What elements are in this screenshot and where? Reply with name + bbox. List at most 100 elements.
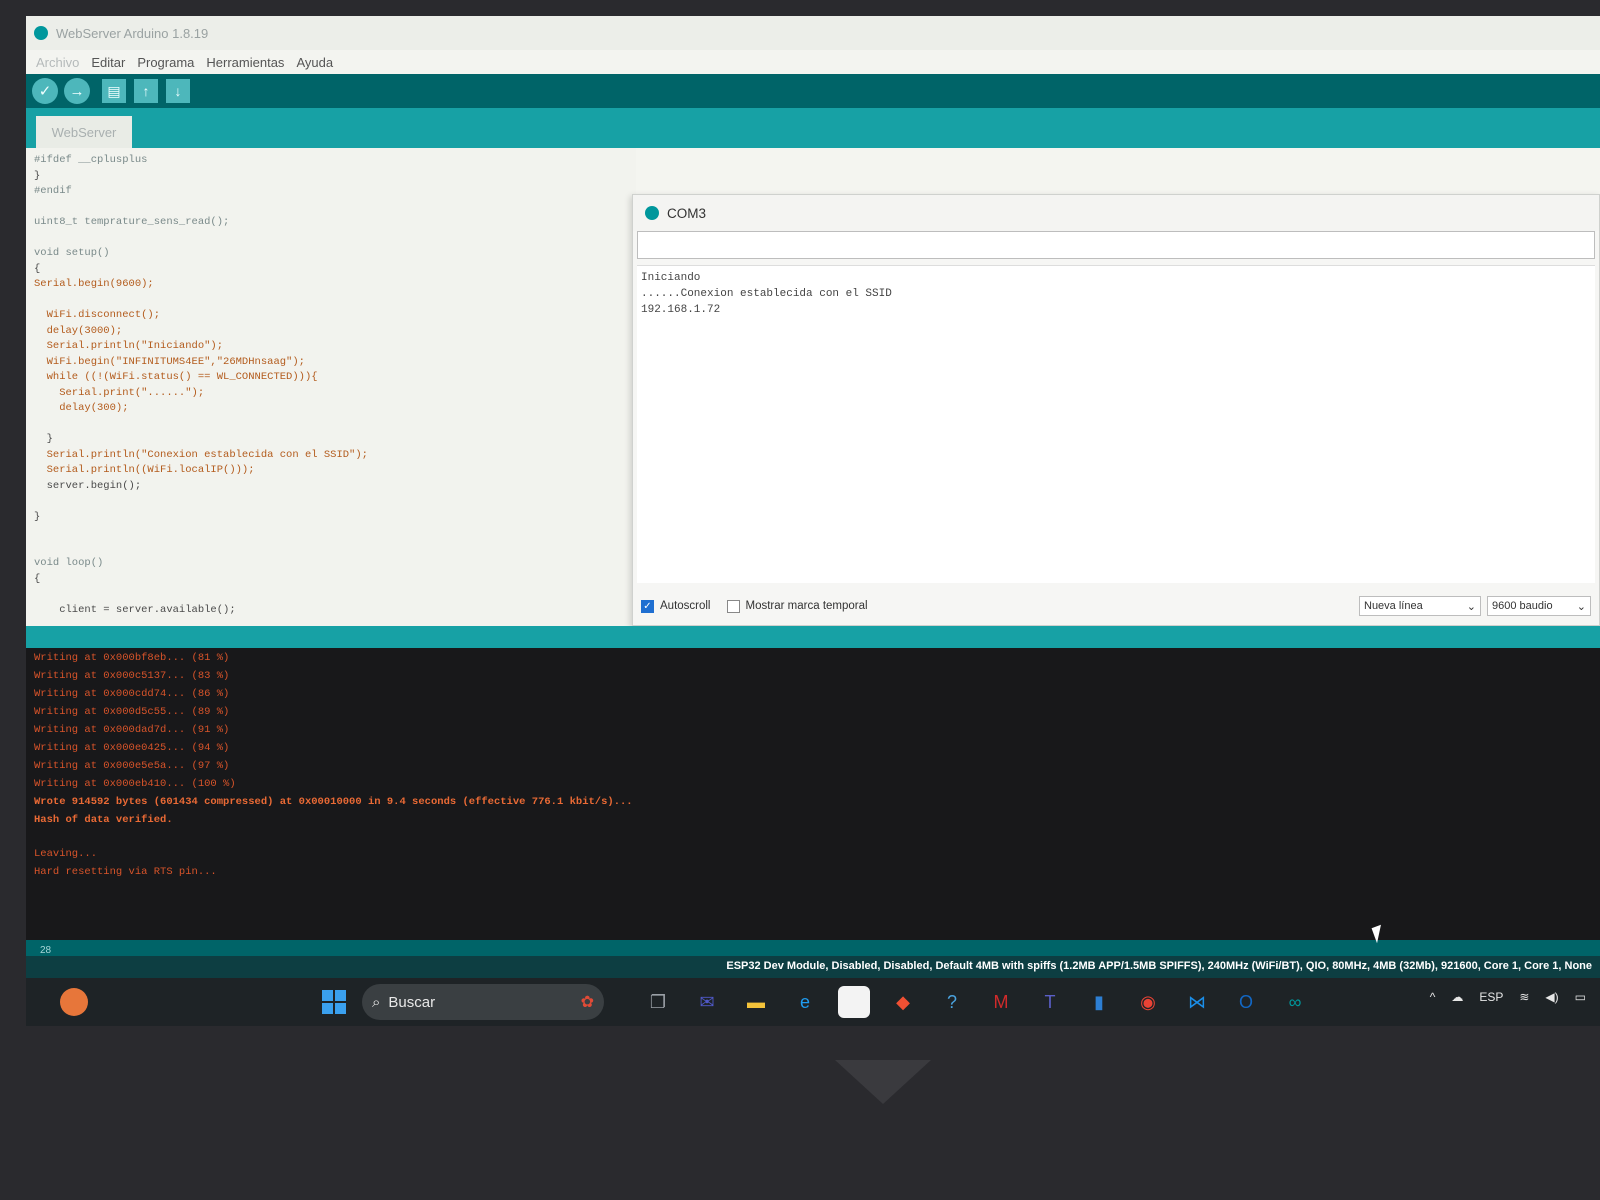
arduino-icon[interactable]: ∞ [1279, 986, 1311, 1018]
vscode-icon[interactable]: ⋈ [1181, 986, 1213, 1018]
console-line: Writing at 0x000d5c55... (89 %) [34, 706, 230, 718]
code-line: { [34, 262, 41, 275]
code-line: } [34, 169, 41, 182]
chevron-down-icon: ⌄ [1576, 600, 1586, 613]
line-number: 28 [40, 944, 52, 956]
arduino-icon [645, 206, 659, 220]
chevron-down-icon [835, 1060, 931, 1104]
search-label: Buscar [388, 993, 436, 1011]
code-editor[interactable]: #ifdef __cplusplus} #endif uint8_t temprat… [26, 148, 636, 626]
system-tray: ^ ☁ ESP ≋ ◀) ▭ [1430, 990, 1586, 1004]
taskbar-search[interactable]: ⌕ Buscar ✿ [362, 984, 604, 1020]
menu-bar: Archivo Editar Programa Herramientas Ayu… [26, 50, 1600, 74]
console-line: Writing at 0x000cdd74... (86 %) [34, 688, 230, 700]
outlook-icon[interactable]: O [1230, 986, 1262, 1018]
serial-send-input[interactable] [637, 231, 1595, 259]
code-line: server.begin(); [34, 479, 142, 492]
code-line: Serial.begin(9600); [34, 278, 154, 290]
line-ending-value: Nueva línea [1364, 600, 1423, 612]
wifi-icon[interactable]: ≋ [1519, 990, 1529, 1004]
timestamp-checkbox[interactable] [726, 599, 740, 613]
console-line: Writing at 0x000e0425... (94 %) [34, 742, 230, 754]
edge-icon[interactable]: e [789, 986, 821, 1018]
code-line: { [34, 572, 41, 585]
search-icon: ⌕ [372, 993, 381, 1011]
serial-monitor-title: COM3 [667, 205, 707, 221]
start-button[interactable] [322, 990, 346, 1014]
menu-editar[interactable]: Editar [89, 55, 127, 70]
tab-webserver[interactable]: WebServer [36, 116, 132, 148]
chevron-down-icon: ⌄ [1466, 600, 1476, 613]
code-line: #endif [34, 185, 72, 197]
volume-icon[interactable]: ◀) [1545, 990, 1558, 1004]
code-line: delay(300); [34, 402, 129, 414]
baud-rate-select[interactable]: 9600 baudio ⌄ [1487, 596, 1591, 616]
code-line: uint8_t temprature_sens_read(); [34, 216, 230, 228]
console-line: Writing at 0x000dad7d... (91 %) [34, 724, 230, 736]
code-line: void setup() [34, 247, 110, 259]
chevron-up-icon[interactable]: ^ [1430, 990, 1436, 1004]
code-line: Serial.println((WiFi.localIP())); [34, 464, 255, 476]
verify-button[interactable]: ✓ [32, 78, 58, 104]
new-sketch-button[interactable]: ▤ [102, 79, 126, 103]
code-line: WiFi.begin("INFINITUMS4EE","26MDHnsaag")… [34, 355, 305, 368]
console-line: Writing at 0x000c5137... (83 %) [34, 670, 230, 682]
code-line: while ((!(WiFi.status() == WL_CONNECTED)… [34, 371, 318, 383]
console-line: Writing at 0x000eb410... (100 %) [34, 778, 236, 790]
code-line: WiFi.disconnect(); [34, 309, 161, 321]
task-view-icon[interactable]: ❐ [642, 986, 674, 1018]
arduino-app-icon [34, 26, 48, 40]
serial-output: Iniciando ......Conexion establecida con … [637, 265, 1595, 583]
notes-icon[interactable]: ▮ [1083, 986, 1115, 1018]
code-line: delay(3000); [34, 324, 123, 337]
taskbar: ⌕ Buscar ✿ ❐ ✉ ▬ e ⊞ ◆? M T ▮ ◉ ⋈ O ∞ ^ ☁ ESP ≋ ◀) ▭ [26, 978, 1600, 1026]
console-line: Wrote 914592 bytes (601434 compressed) a… [34, 796, 633, 808]
mcafee-icon[interactable]: M [985, 986, 1017, 1018]
console-line: Leaving... [34, 848, 98, 860]
save-button[interactable]: ↓ [166, 79, 190, 103]
menu-ayuda[interactable]: Ayuda [294, 55, 335, 70]
line-ending-select[interactable]: Nueva línea ⌄ [1359, 596, 1481, 616]
serial-output-line: ......Conexion establecida con el SSID [641, 288, 892, 300]
timestamp-label: Mostrar marca temporal [745, 600, 868, 612]
menu-herramientas[interactable]: Herramientas [204, 55, 286, 70]
title-bar: WebServer Arduino 1.8.19 [26, 16, 1600, 50]
menu-archivo[interactable]: Archivo [34, 55, 81, 70]
serial-monitor-footer: ✓ Autoscroll Mostrar marca temporal Nuev… [633, 587, 1599, 625]
git-icon[interactable]: ◆ [887, 986, 919, 1018]
code-line: void loop() [34, 557, 104, 569]
console-line: Writing at 0x000e5e5a... (97 %) [34, 760, 230, 772]
cloud-icon[interactable]: ☁ [1451, 990, 1463, 1004]
serial-output-line: 192.168.1.72 [641, 304, 721, 316]
chrome-icon[interactable]: ◉ [1132, 986, 1164, 1018]
weather-icon[interactable] [60, 988, 88, 1016]
store-icon[interactable]: ⊞ [838, 986, 870, 1018]
language-indicator[interactable]: ESP [1479, 990, 1503, 1004]
help-icon[interactable]: ? [936, 986, 968, 1018]
code-line: Serial.print("......"); [34, 386, 205, 399]
tab-strip: WebServer [26, 108, 1600, 148]
serial-output-line: Iniciando [641, 272, 701, 284]
upload-button[interactable]: → [64, 78, 90, 104]
code-line: #ifdef __cplusplus [34, 154, 148, 166]
console-line: Hard resetting via RTS pin... [34, 866, 217, 878]
baud-rate-value: 9600 baudio [1492, 600, 1553, 612]
teams-icon[interactable]: T [1034, 986, 1066, 1018]
autoscroll-label: Autoscroll [660, 600, 711, 612]
code-line: } [34, 510, 41, 523]
toolbar: ✓ → ▤ ↑ ↓ [26, 74, 1600, 108]
menu-programa[interactable]: Programa [135, 55, 196, 70]
open-button[interactable]: ↑ [134, 79, 158, 103]
file-explorer-icon[interactable]: ▬ [740, 986, 772, 1018]
autoscroll-checkbox[interactable]: ✓ [641, 599, 654, 613]
serial-monitor-titlebar: COM3 [633, 195, 1599, 231]
battery-icon[interactable]: ▭ [1575, 990, 1586, 1004]
teams-chat-icon[interactable]: ✉ [691, 986, 723, 1018]
output-console: Writing at 0x000bf8eb... (81 %) Writing a… [26, 648, 1600, 940]
